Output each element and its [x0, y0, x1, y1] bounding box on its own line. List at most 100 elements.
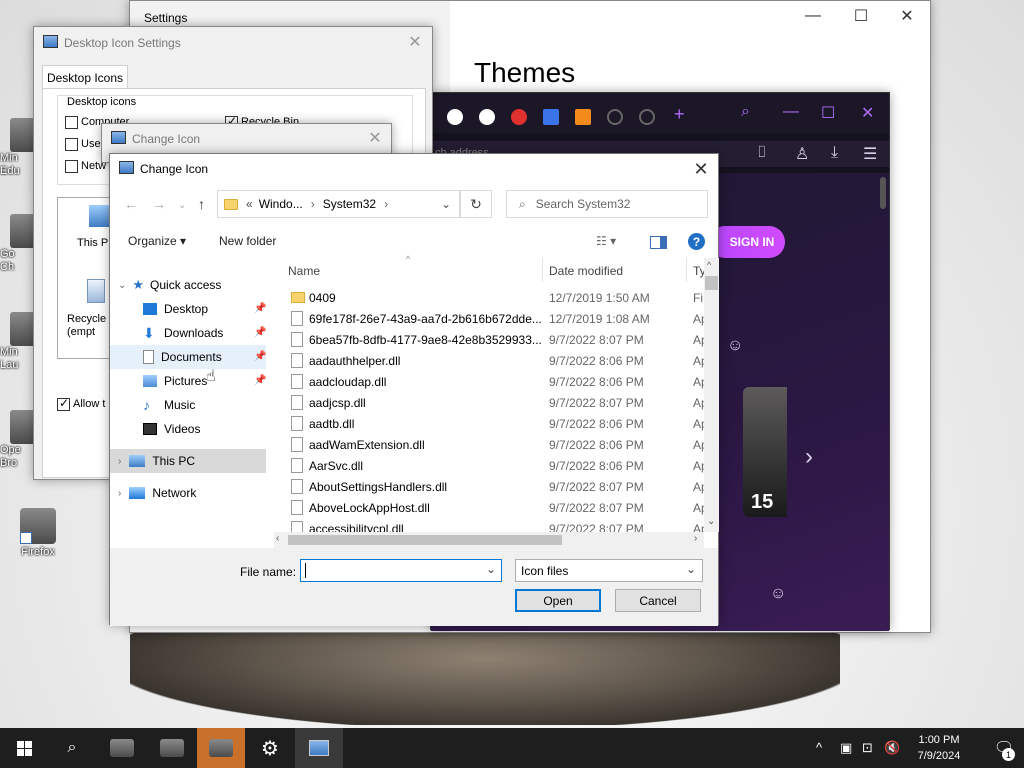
tab-icon[interactable]: [607, 109, 623, 125]
vertical-scrollbar[interactable]: ^ ⌄: [704, 258, 719, 532]
network-icon[interactable]: ⊡: [862, 740, 873, 756]
chevron-right-icon[interactable]: ›: [311, 197, 315, 211]
start-button[interactable]: [0, 728, 48, 768]
column-divider[interactable]: [542, 258, 543, 282]
close-button[interactable]: ✕: [355, 123, 395, 153]
download-icon[interactable]: ⤓: [831, 144, 838, 162]
taskbar-settings[interactable]: ⚙: [246, 728, 294, 768]
nav-videos[interactable]: Videos: [143, 418, 200, 440]
sign-in-button[interactable]: SIGN IN: [709, 226, 785, 258]
search-button[interactable]: ⌕: [48, 728, 96, 768]
network-checkbox[interactable]: [65, 160, 78, 173]
tab-icon[interactable]: [479, 109, 495, 125]
emoji-icon-bottom[interactable]: ☺: [770, 585, 786, 603]
file-row[interactable]: AboutSettingsHandlers.dll 9/7/2022 8:07 P…: [288, 476, 704, 497]
file-row[interactable]: aadjcsp.dll 9/7/2022 8:07 PM Ap: [288, 392, 704, 413]
nav-this-pc[interactable]: › This PC: [118, 450, 195, 472]
chevron-right-icon[interactable]: ›: [118, 488, 121, 499]
emoji-icon[interactable]: ☺: [727, 337, 743, 355]
close-icon[interactable]: ✕: [861, 103, 874, 123]
chevron-right-icon[interactable]: ›: [805, 443, 813, 471]
close-button[interactable]: ✕: [884, 1, 930, 31]
new-tab-icon[interactable]: +: [674, 104, 685, 125]
nav-downloads[interactable]: ⬇ Downloads: [143, 322, 223, 344]
notification-button[interactable]: 🗨 1: [984, 728, 1024, 768]
file-name-input[interactable]: ⌄: [300, 559, 502, 582]
nav-pictures[interactable]: Pictures: [143, 370, 207, 392]
clock[interactable]: 1:00 PM 7/9/2024: [898, 732, 980, 764]
nav-documents[interactable]: Documents: [143, 346, 222, 368]
user-icon[interactable]: ♙: [795, 144, 809, 164]
nav-network[interactable]: › Network: [118, 482, 196, 504]
user-checkbox[interactable]: [65, 138, 78, 151]
taskbar-app-3[interactable]: [197, 728, 245, 768]
back-arrow-icon[interactable]: ←: [124, 196, 138, 212]
file-type-select[interactable]: Icon files ⌄: [515, 559, 703, 582]
address-path[interactable]: « Windo... › System32 › ⌄: [217, 190, 460, 218]
refresh-icon[interactable]: ↻: [460, 190, 492, 218]
maximize-button[interactable]: ☐: [838, 1, 884, 31]
nav-desktop[interactable]: Desktop: [143, 298, 208, 320]
computer-checkbox[interactable]: [65, 116, 78, 129]
recent-chevron-icon[interactable]: ⌄: [178, 200, 186, 211]
tab-icon[interactable]: [639, 109, 655, 125]
chevron-down-icon[interactable]: ⌄: [486, 562, 496, 576]
file-row[interactable]: 0409 12/7/2019 1:50 AM Fi: [288, 287, 704, 308]
column-name[interactable]: Name: [288, 264, 320, 278]
cancel-button[interactable]: Cancel: [615, 589, 701, 612]
file-row[interactable]: aadcloudap.dll 9/7/2022 8:06 PM Ap: [288, 371, 704, 392]
path-segment-windows[interactable]: Windo...: [259, 197, 303, 211]
tab-icon[interactable]: [575, 109, 591, 125]
camera-icon[interactable]: ⌷: [757, 144, 767, 162]
chevron-right-icon[interactable]: ›: [384, 197, 388, 211]
meet-icon[interactable]: ▣: [840, 740, 852, 756]
file-row[interactable]: AboveLockAppHost.dll 9/7/2022 8:07 PM Ap: [288, 497, 704, 518]
file-row[interactable]: aadauthhelper.dll 9/7/2022 8:06 PM Ap: [288, 350, 704, 371]
column-date-modified[interactable]: Date modified: [549, 264, 623, 278]
tab-icon[interactable]: [543, 109, 559, 125]
scroll-left-icon[interactable]: ‹: [276, 533, 279, 544]
nav-music[interactable]: ♪ Music: [143, 394, 195, 416]
minimize-icon[interactable]: —: [783, 103, 799, 121]
new-folder-button[interactable]: New folder: [219, 234, 276, 248]
file-row[interactable]: accessibilitycpl.dll 9/7/2022 8:07 PM Ap: [288, 518, 704, 532]
scroll-right-icon[interactable]: ›: [694, 533, 697, 544]
tab-icon[interactable]: [511, 109, 527, 125]
scroll-down-icon[interactable]: ⌄: [707, 516, 715, 527]
close-button[interactable]: ✕: [682, 154, 720, 184]
column-divider[interactable]: [686, 258, 687, 282]
up-arrow-icon[interactable]: ↑: [198, 196, 205, 212]
file-row[interactable]: aadtb.dll 9/7/2022 8:06 PM Ap: [288, 413, 704, 434]
tab-desktop-icons[interactable]: Desktop Icons: [42, 65, 128, 89]
preview-pane-icon[interactable]: [650, 236, 667, 249]
chevron-down-icon[interactable]: ⌄: [441, 197, 451, 211]
minimize-button[interactable]: —: [790, 1, 836, 31]
tab-icon[interactable]: [447, 109, 463, 125]
taskbar-app-1[interactable]: [98, 728, 146, 768]
close-button[interactable]: ✕: [392, 27, 438, 57]
allow-themes-checkbox[interactable]: [57, 396, 70, 411]
chevron-down-icon[interactable]: ⌄: [118, 280, 126, 291]
forward-arrow-icon[interactable]: →: [152, 196, 166, 212]
scroll-thumb[interactable]: [288, 535, 562, 545]
desktop-icon-firefox[interactable]: Firefox: [14, 508, 62, 558]
view-options-icon[interactable]: ☷ ▾: [596, 234, 616, 248]
open-button[interactable]: Open: [515, 589, 601, 612]
file-row[interactable]: 6bea57fb-8dfb-4177-9ae8-42e8b3529933... 9…: [288, 329, 704, 350]
chevron-up-icon[interactable]: ^: [816, 740, 822, 755]
search-icon[interactable]: ⌕: [741, 103, 750, 121]
taskbar-app-2[interactable]: [148, 728, 196, 768]
maximize-icon[interactable]: ☐: [821, 103, 835, 123]
search-box[interactable]: ⌕ Search System32: [506, 190, 708, 218]
menu-icon[interactable]: ☰: [863, 144, 877, 164]
scroll-thumb[interactable]: [705, 276, 718, 290]
scroll-up-icon[interactable]: ^: [707, 260, 711, 270]
organize-button[interactable]: Organize ▾: [128, 234, 186, 248]
file-row[interactable]: AarSvc.dll 9/7/2022 8:06 PM Ap: [288, 455, 704, 476]
nav-quick-access[interactable]: ⌄ ★ Quick access: [118, 274, 221, 296]
chevron-right-icon[interactable]: ›: [118, 456, 121, 467]
horizontal-scrollbar[interactable]: ‹ ›: [274, 532, 704, 548]
help-icon[interactable]: ?: [688, 233, 705, 250]
search-input[interactable]: Search System32: [536, 197, 631, 211]
path-segment-system32[interactable]: System32: [323, 197, 376, 211]
